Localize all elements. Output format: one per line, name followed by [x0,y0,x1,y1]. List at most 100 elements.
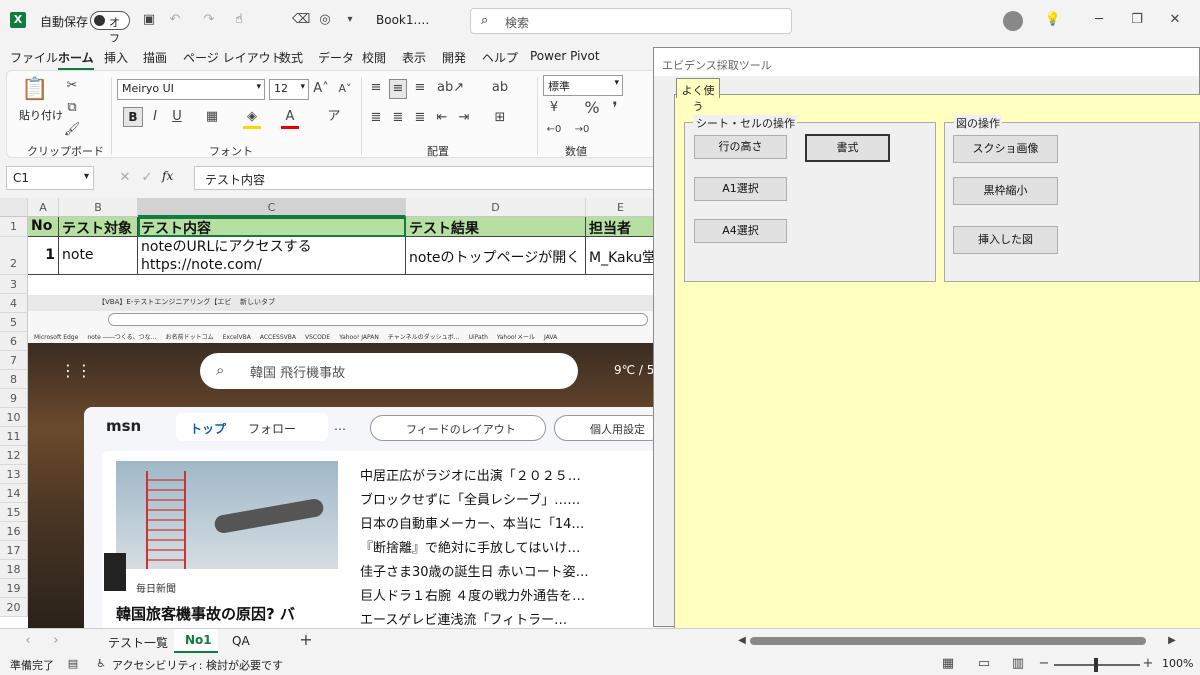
wrap-text-icon[interactable]: ab [491,79,509,97]
tab-insert[interactable]: 挿入 [104,49,128,66]
tab-file[interactable]: ファイル [10,49,58,66]
select-all-corner[interactable] [0,198,28,217]
user-avatar-icon[interactable] [1003,11,1023,31]
prev-sheet-icon[interactable]: ‹ [22,632,34,650]
borders-icon[interactable]: ▦ [203,108,221,126]
header-cell-content[interactable]: テスト内容 [138,217,406,237]
tab-formulas[interactable]: 数式 [279,49,303,66]
decrease-font-icon[interactable]: A˅ [337,80,353,98]
restore-icon[interactable]: ❐ [1128,11,1146,29]
lightbulb-icon[interactable]: 💡 [1044,11,1062,29]
cancel-entry-icon[interactable]: ✕ [118,169,132,187]
row-header[interactable]: 16 [0,522,28,541]
tab-draw[interactable]: 描画 [143,49,167,66]
file-name[interactable]: Book1.… [376,13,429,27]
increase-font-icon[interactable]: A˄ [313,80,329,98]
comma-icon[interactable]: ❜ [609,99,621,117]
column-header-b[interactable]: B [59,198,138,217]
zoom-in-icon[interactable]: + [1142,655,1154,673]
row-header[interactable]: 13 [0,465,28,484]
row-header[interactable]: 14 [0,484,28,503]
align-top-icon[interactable]: ≡ [367,79,385,97]
screenshot-image-button[interactable]: スクショ画像 [953,135,1058,163]
align-left-icon[interactable]: ≣ [367,109,385,127]
column-header-c[interactable]: C [138,198,406,217]
tab-view[interactable]: 表示 [402,49,426,66]
row-header[interactable]: 9 [0,389,28,408]
merge-cells-icon[interactable]: ⊞ [491,109,509,127]
row-header[interactable]: 5 [0,313,28,332]
header-cell-owner[interactable]: 担当者 [586,217,656,237]
insert-function-icon[interactable]: fx [162,169,173,183]
row-header[interactable]: 11 [0,427,28,446]
customize-icon[interactable]: ▾ [344,11,356,29]
sheet-tab-qa[interactable]: QA [232,634,250,648]
cell-owner[interactable]: M_Kaku堂 [586,237,656,275]
fill-color-icon[interactable]: ◈ [243,108,261,129]
tab-help[interactable]: ヘルプ [482,49,518,66]
cell-result[interactable]: noteのトップページが開く [406,237,586,275]
format-painter-icon[interactable]: 🖌 [63,121,81,139]
phonetic-icon[interactable]: ア [325,108,343,126]
tab-page-layout[interactable]: ページ レイアウト [183,49,283,66]
font-color-icon[interactable]: A [281,108,299,129]
row-header[interactable]: 2 [0,237,28,275]
row-header[interactable]: 4 [0,294,28,313]
tab-review[interactable]: 校閲 [362,49,386,66]
tab-developer[interactable]: 開発 [442,49,466,66]
header-cell-no[interactable]: No [28,217,59,237]
sheet-tab-no1[interactable]: No1 [185,633,212,647]
row-header[interactable]: 15 [0,503,28,522]
align-right-icon[interactable]: ≣ [411,109,429,127]
paste-icon[interactable]: 📋 [21,77,49,103]
font-size-select[interactable]: 12 ▾ [269,79,309,100]
scroll-left-icon[interactable]: ◀ [736,632,748,650]
increase-indent-icon[interactable]: ⇥ [455,109,473,127]
copy-icon[interactable]: ⧉ [63,99,81,117]
macro-record-icon[interactable]: ▤ [66,655,80,673]
cell-target[interactable]: note [59,237,138,275]
align-middle-icon[interactable]: ≡ [389,79,407,99]
normal-view-icon[interactable]: ▦ [940,655,956,673]
a4-select-button[interactable]: A4選択 [694,219,787,243]
save-icon[interactable]: ▣ [140,11,158,29]
row-height-button[interactable]: 行の高さ [694,135,787,159]
inserted-image-button[interactable]: 挿入した図 [953,226,1058,254]
minimize-icon[interactable]: ─ [1090,11,1108,29]
zoom-level[interactable]: 100% [1162,657,1193,670]
align-bottom-icon[interactable]: ≡ [411,79,429,97]
undo-icon[interactable]: ↶ [166,11,184,29]
row-header[interactable]: 1 [0,217,28,237]
record-icon[interactable]: ◎ [316,11,334,29]
cell-content[interactable]: noteのURLにアクセスする https://note.com/ [138,237,406,275]
italic-button[interactable]: I [147,108,163,126]
zoom-slider[interactable] [1054,658,1140,672]
row-header[interactable]: 10 [0,408,28,427]
shrink-border-button[interactable]: 黒枠縮小 [953,177,1058,205]
clear-icon[interactable]: ⌫ [292,11,310,29]
percent-icon[interactable]: % [583,99,601,117]
column-header-e[interactable]: E [586,198,656,217]
tab-yokutsukau[interactable]: よく使う [676,78,720,113]
orientation-icon[interactable]: ab↗ [437,79,464,97]
row-header[interactable]: 7 [0,351,28,370]
page-layout-view-icon[interactable]: ▭ [976,655,992,673]
scroll-right-icon[interactable]: ▶ [1166,632,1178,650]
page-break-view-icon[interactable]: ▥ [1010,655,1026,673]
search-box[interactable]: ⌕ 検索 [470,8,792,34]
a1-select-button[interactable]: A1選択 [694,177,787,201]
number-format-select[interactable]: 標準 ▾ [543,75,623,96]
row-header[interactable]: 3 [0,275,28,294]
tab-data[interactable]: データ [318,49,354,66]
pasted-browser-screenshot[interactable]: 【VBA】E-テストエンジニアリング【エビ 新しいタブ Microsoft Ed… [28,295,656,628]
format-button[interactable]: 書式 [805,134,890,162]
column-header-d[interactable]: D [406,198,586,217]
currency-icon[interactable]: ¥ [545,99,563,117]
zoom-out-icon[interactable]: − [1038,655,1050,673]
bold-button[interactable]: B [123,107,143,127]
autosave-toggle[interactable]: オフ [90,11,130,45]
add-sheet-icon[interactable]: + [298,631,314,649]
tab-power-pivot[interactable]: Power Pivot [530,49,600,63]
cell-no[interactable]: 1 [28,237,59,275]
paste-label[interactable]: 貼り付け [19,107,63,123]
